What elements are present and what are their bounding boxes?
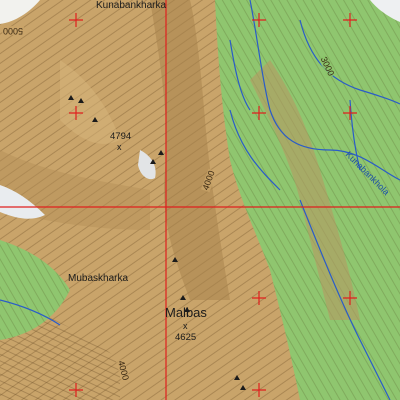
topographic-map[interactable]: Kunabankharka Mubaskharka Malbas Kunaban…: [0, 0, 400, 400]
place-label-kunabankharka: Kunabankharka: [96, 0, 167, 11]
peak-marker-4794: x: [117, 142, 122, 152]
terrain-layer: [0, 0, 400, 400]
place-label-mubaskharka: Mubaskharka: [68, 273, 129, 284]
contour-label-5000: 5000: [2, 26, 25, 36]
elevation-label-4794: 4794: [110, 131, 132, 142]
elevation-label-4625: 4625: [175, 332, 197, 343]
peak-marker-4625: x: [183, 321, 188, 331]
place-label-malbas: Malbas: [165, 305, 207, 320]
